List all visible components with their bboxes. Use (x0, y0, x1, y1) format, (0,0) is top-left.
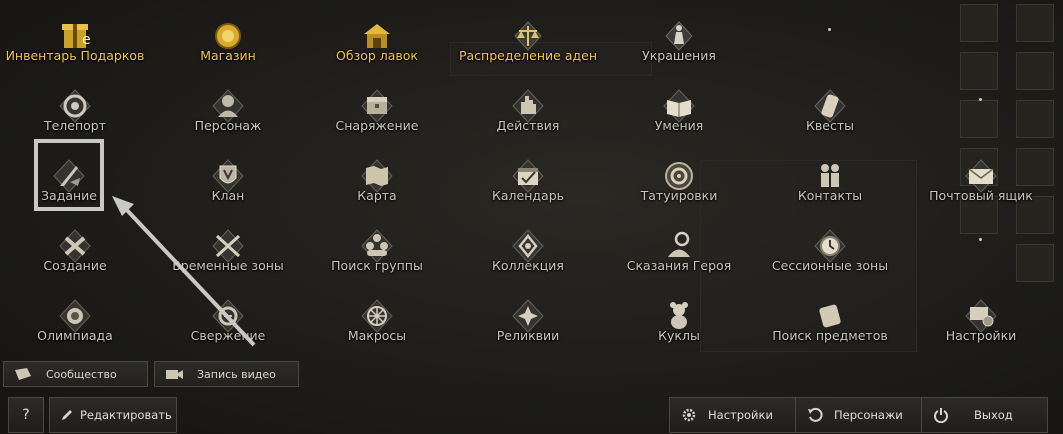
settings-button[interactable]: Настройки (669, 397, 796, 433)
menu-item-adena-distribution[interactable]: Распределение аден (453, 8, 603, 74)
menu-item-party-search[interactable]: Поиск группы (302, 218, 452, 284)
menu-item-dolls[interactable]: Куклы (604, 288, 754, 354)
menu-item-label: Умения (654, 118, 704, 133)
empty-slot-dot (828, 28, 831, 31)
menu-item-item-search[interactable]: Поиск предметов (755, 288, 905, 354)
menu-item-crafting[interactable]: Создание (0, 218, 150, 284)
power-icon (932, 406, 950, 424)
menu-item-quests[interactable]: Квесты (755, 78, 905, 144)
menu-item-character[interactable]: Персонаж (153, 78, 303, 144)
menu-item-equipment[interactable]: Снаряжение (302, 78, 452, 144)
community-button[interactable]: Сообщество (3, 361, 148, 387)
menu-item-label: Макросы (347, 328, 407, 343)
menu-item-tattoos[interactable]: Татуировки (604, 148, 754, 214)
exit-button[interactable]: Выход (921, 397, 1048, 433)
record-video-button[interactable]: Запись видео (154, 361, 299, 387)
return-arrow-icon (806, 406, 824, 424)
menu-item-label: Реликвии (496, 328, 560, 343)
svg-text:e: e (82, 32, 91, 48)
menu-item-label: Свержение (190, 328, 266, 343)
menu-item-clan[interactable]: Клан (153, 148, 303, 214)
menu-item-label: Снаряжение (335, 118, 419, 133)
menu-item-label: Магазин (200, 48, 256, 63)
menu-item-hero-tales[interactable]: Сказания Героя (604, 218, 754, 284)
menu-item-label: Создание (43, 258, 107, 273)
main-menu-grid: e Инвентарь Подарков Магазин Обзор лавок… (0, 0, 1063, 350)
video-camera-icon (163, 365, 185, 383)
empty-slot-dot (979, 238, 982, 241)
menu-item-gift-inventory[interactable]: e Инвентарь Подарков (0, 8, 150, 74)
menu-item-shop[interactable]: Магазин (153, 8, 303, 74)
menu-item-stalls-overview[interactable]: Обзор лавок (302, 8, 452, 74)
menu-item-settings[interactable]: Настройки (906, 288, 1056, 354)
menu-item-label: Действия (496, 118, 560, 133)
record-video-label: Запись видео (197, 367, 276, 381)
menu-item-session-zones[interactable]: Сессионные зоны (755, 218, 905, 284)
menu-item-label: Коллекция (492, 258, 564, 273)
menu-item-label: Обзор лавок (336, 48, 418, 63)
help-button[interactable]: ? (8, 397, 44, 433)
characters-label: Персонажи (834, 408, 903, 422)
menu-item-label: Почтовый ящик (929, 188, 1033, 203)
edit-button[interactable]: Редактировать (49, 397, 177, 433)
help-label: ? (22, 407, 30, 423)
menu-item-skills[interactable]: Умения (604, 78, 754, 144)
menu-item-label: Олимпиада (37, 328, 113, 343)
menu-item-relics[interactable]: Реликвии (453, 288, 603, 354)
menu-item-time-zones[interactable]: Временные зоны (153, 218, 303, 284)
menu-item-label: Поиск предметов (772, 328, 888, 343)
menu-item-actions[interactable]: Действия (453, 78, 603, 144)
menu-item-label: Украшения (642, 48, 716, 63)
menu-item-label: Сказания Героя (626, 258, 732, 273)
menu-item-label: Контакты (797, 188, 863, 203)
menu-item-label: Татуировки (640, 188, 718, 203)
menu-item-calendar[interactable]: Календарь (453, 148, 603, 214)
menu-item-label: Телепорт (43, 118, 107, 133)
highlight-box (34, 139, 104, 211)
menu-item-label: Поиск группы (331, 258, 423, 273)
menu-item-label: Карта (357, 188, 397, 203)
menu-item-map[interactable]: Карта (302, 148, 452, 214)
menu-item-mailbox[interactable]: Почтовый ящик (906, 148, 1056, 214)
menu-item-overthrow[interactable]: Свержение (153, 288, 303, 354)
menu-item-label: Календарь (492, 188, 564, 203)
community-label: Сообщество (46, 367, 117, 381)
menu-item-label: Квесты (806, 118, 854, 133)
menu-item-label: Сессионные зоны (771, 258, 889, 273)
menu-item-macros[interactable]: Макросы (302, 288, 452, 354)
menu-item-olympiad[interactable]: Олимпиада (0, 288, 150, 354)
characters-button[interactable]: Персонажи (795, 397, 922, 433)
exit-label: Выход (974, 408, 1013, 422)
menu-item-contacts[interactable]: Контакты (755, 148, 905, 214)
gear-icon (680, 406, 698, 424)
menu-item-label: Персонаж (194, 118, 262, 133)
menu-item-teleport[interactable]: Телепорт (0, 78, 150, 144)
empty-slot-dot (979, 98, 982, 101)
menu-item-label: Инвентарь Подарков (5, 48, 145, 63)
community-scroll-icon (12, 365, 34, 383)
settings-label: Настройки (708, 408, 773, 422)
menu-item-label: Клан (211, 188, 245, 203)
menu-item-decorations[interactable]: Украшения (604, 8, 754, 74)
menu-item-label: Временные зоны (172, 258, 284, 273)
menu-item-label: Куклы (658, 328, 700, 343)
menu-item-collection[interactable]: Коллекция (453, 218, 603, 284)
edit-icon (58, 406, 76, 424)
edit-label: Редактировать (80, 408, 172, 422)
menu-item-label: Настройки (945, 328, 1017, 343)
menu-item-label: Распределение аден (458, 48, 597, 63)
